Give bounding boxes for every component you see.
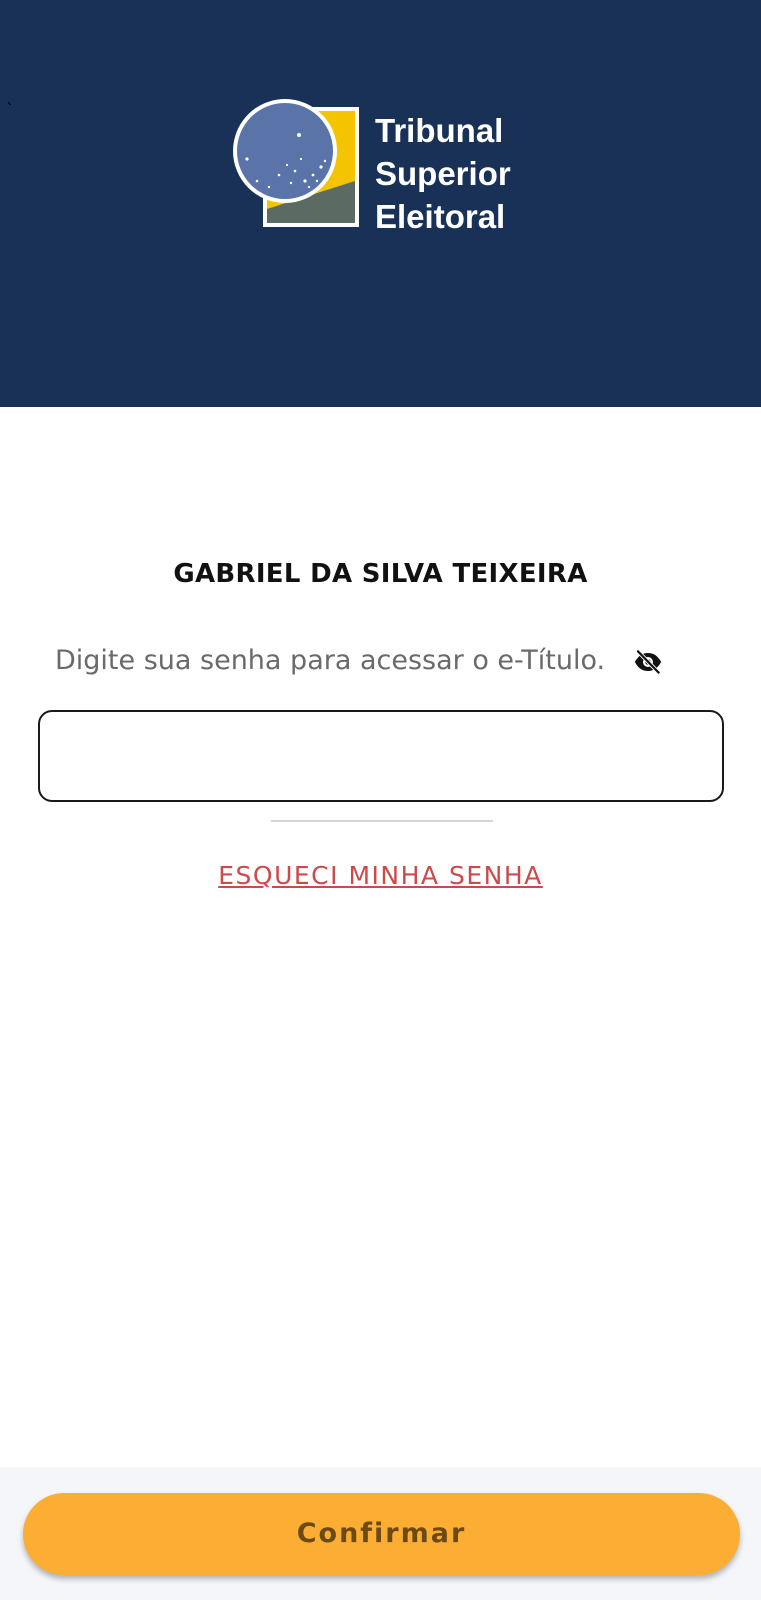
forgot-password-link[interactable]: ESQUECI MINHA SENHA [0,858,761,894]
user-name: GABRIEL DA SILVA TEIXEIRA [173,559,588,589]
confirm-button[interactable]: Confirmar [23,1493,740,1575]
logo-wordmark: Tribunal Superior Eleitoral [375,109,511,238]
tse-logo: Tribunal Superior Eleitoral [233,99,533,235]
tse-emblem-icon [233,99,359,227]
logo-line-1: Tribunal [375,112,504,149]
eye-off-icon[interactable] [633,647,663,677]
logo-line-3: Eleitoral [375,198,506,235]
logo-line-2: Superior [375,155,511,192]
password-input[interactable] [38,710,724,802]
stray-mark: ` [6,100,14,119]
password-instruction: Digite sua senha para acessar o e-Título… [55,645,606,676]
divider [271,820,493,822]
header-banner: ` Tribunal Superior Eleitoral [0,0,761,407]
